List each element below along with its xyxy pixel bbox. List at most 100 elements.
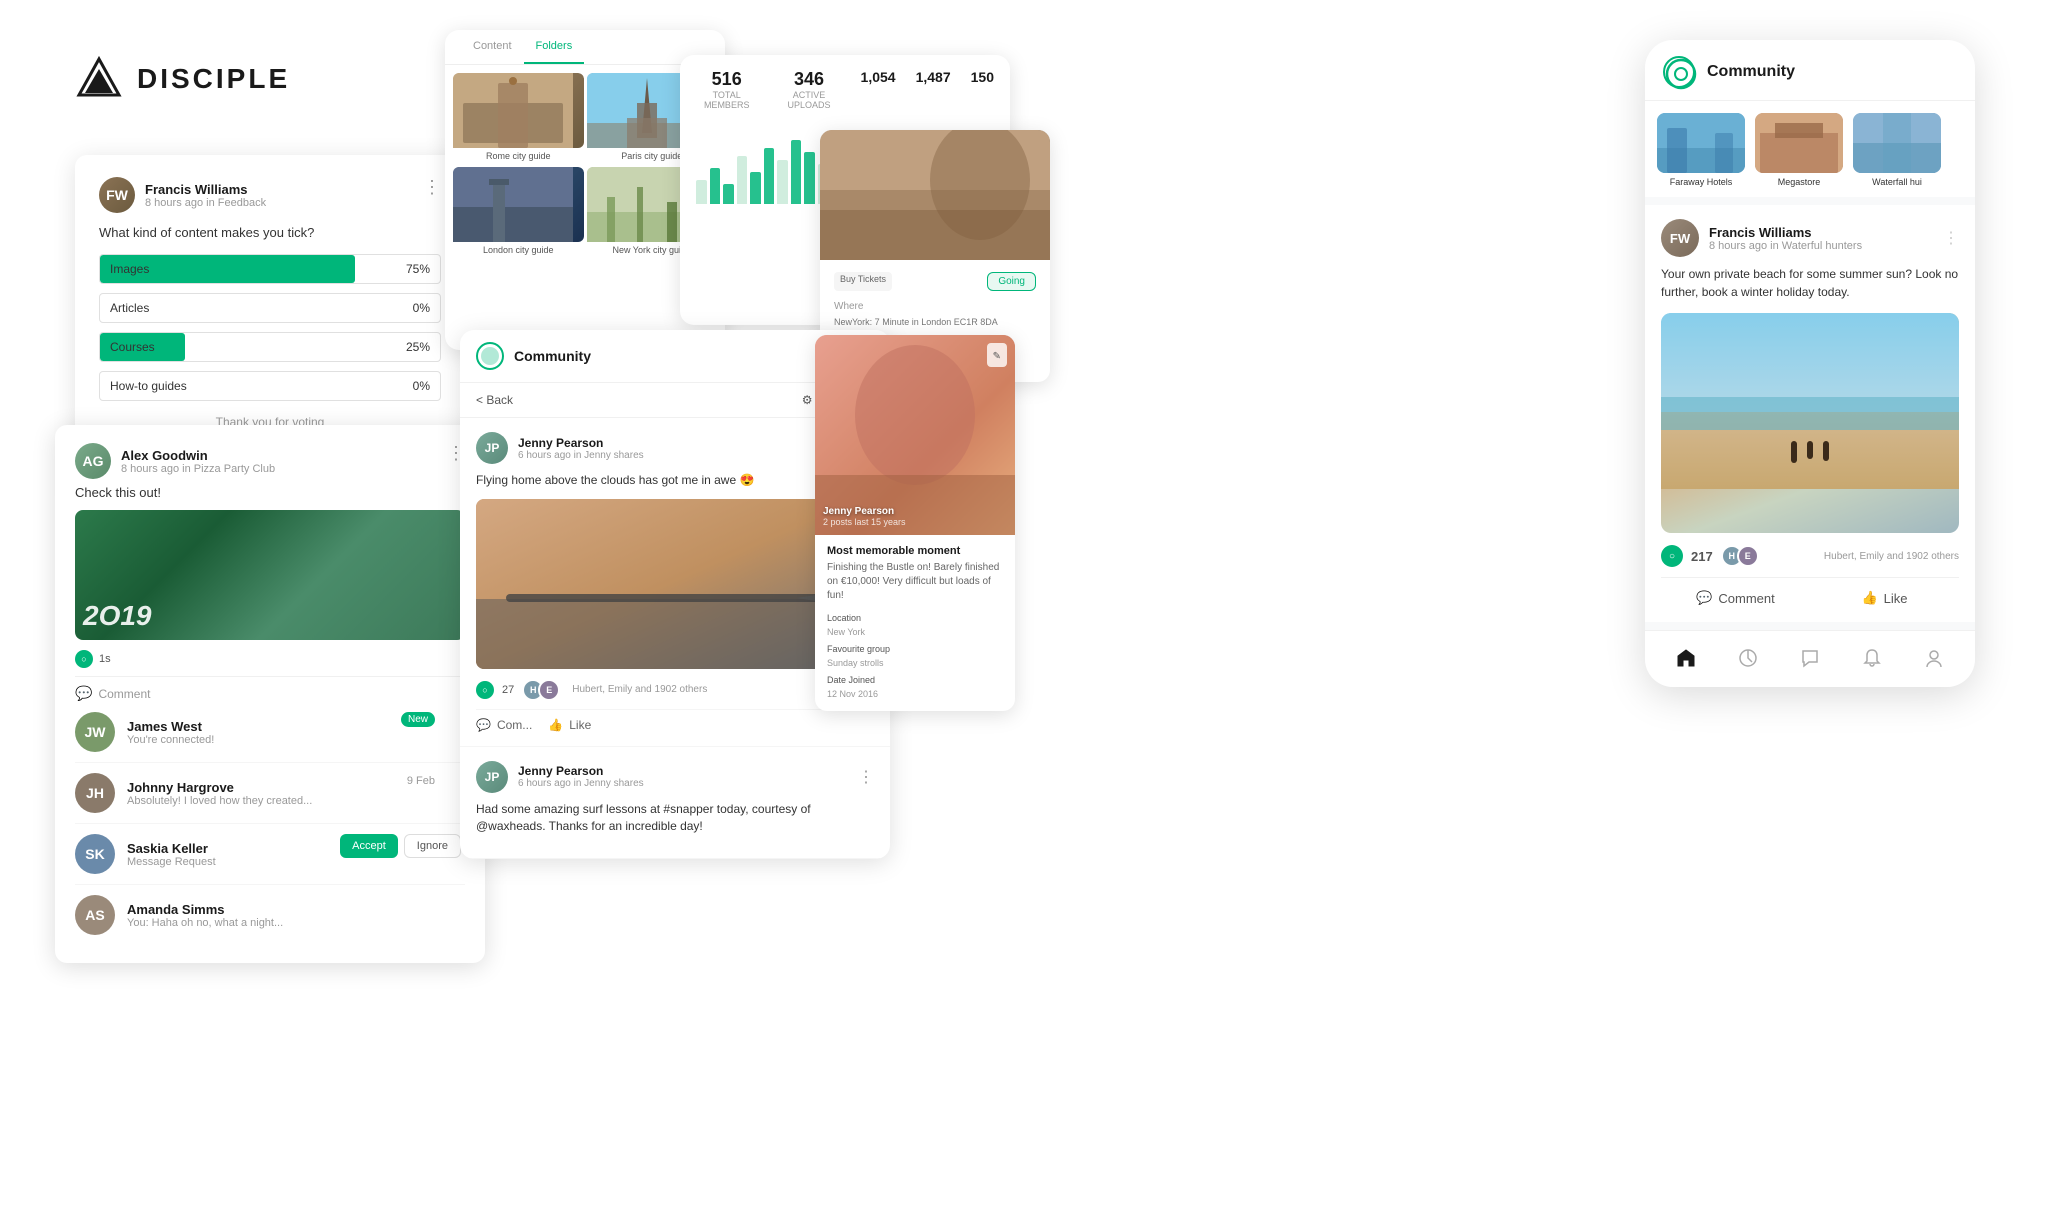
poll-avatar: FW [99,177,135,213]
mobile-reaction-count: 217 [1691,549,1713,564]
nav-profile[interactable] [1921,645,1947,671]
poll-option-howto: How-to guides 0% [99,371,441,401]
feed-post-2-sub: 6 hours ago in Jenny shares [518,778,644,789]
comment-icon: 💬 [75,685,92,702]
ignore-button[interactable]: Ignore [404,834,461,858]
connections-user-sub: 8 hours ago in Pizza Party Club [121,463,465,475]
nav-chat[interactable] [1797,645,1823,671]
feed-comment-action[interactable]: 💬 Com... [476,718,532,732]
mobile-post-text: Your own private beach for some summer s… [1661,265,1959,301]
feed-post-2: JP Jenny Pearson 6 hours ago in Jenny sh… [460,747,890,860]
mobile-action-row: 💬 Comment 👍 Like [1661,577,1959,608]
conn-avatar-amanda: AS [75,895,115,935]
going-button[interactable]: Going [987,272,1036,291]
feed-community-name: Community [514,348,591,364]
feed-post-1-avatar: JP [476,432,508,464]
nav-notifications[interactable] [1859,645,1885,671]
stat-extra3: 150 [971,69,994,110]
poll-card-header: FW Francis Williams 8 hours ago in Feedb… [99,177,441,213]
mobile-post-sub: 8 hours ago in Waterful hunters [1709,240,1862,252]
stat-members-label: TOTAL MEMBERS [696,90,757,110]
tab-folders[interactable]: Folders [524,30,585,64]
stat-extra2: 1,487 [916,69,951,110]
conn-name-amanda: Amanda Simms [127,902,465,917]
connection-item-james[interactable]: JW James West You're connected! New [75,702,465,763]
conn-avatar-saskia: SK [75,834,115,874]
feed-back-link[interactable]: < Back [476,393,513,407]
feed-post-1-name: Jenny Pearson [518,436,644,450]
nav-explore[interactable] [1735,645,1761,671]
tab-content[interactable]: Content [461,30,524,64]
feed-post-2-name: Jenny Pearson [518,764,644,778]
brand-name: DISCIPLE [137,63,290,95]
conn-date-johnny: 9 Feb [407,775,435,787]
conn-avatar-johnny: JH [75,773,115,813]
connections-post-text: Check this out! [75,485,465,500]
stat-extra1: 1,054 [861,69,896,110]
poll-question: What kind of content makes you tick? [99,225,441,240]
nav-home[interactable] [1673,645,1699,671]
stat-members: 516 TOTAL MEMBERS [696,69,757,110]
conn-actions-saskia: Accept Ignore [340,834,461,858]
stat-extra1-num: 1,054 [861,69,896,85]
mobile-post-header: FW Francis Williams 8 hours ago in Water… [1661,219,1959,257]
post-reaction-count: 1s [99,653,111,665]
mobile-like-action[interactable]: 👍 Like [1810,588,1959,608]
mobile-community-logo [1663,56,1695,88]
buy-tickets-badge[interactable]: Buy Tickets [834,272,892,291]
bar-6 [777,160,788,204]
poll-option-courses: Courses 25% [99,332,441,362]
post-reaction-row: ○ 1s [75,650,465,668]
conn-sub-james: You're connected! [127,734,465,746]
connection-item-saskia[interactable]: SK Saskia Keller Message Request Accept … [75,824,465,885]
stat-uploads: 346 ACTIVE UPLOADS [777,69,840,110]
gear-icon: ⚙ [802,393,813,407]
mobile-post-footer: ○ 217 H E Hubert, Emily and 1902 others [1661,545,1959,567]
connections-card-header: AG Alex Goodwin 8 hours ago in Pizza Par… [75,443,465,479]
logo: DISCIPLE [75,55,290,103]
feed-like-action[interactable]: 👍 Like [548,718,591,732]
mobile-reaction-icon: ○ [1661,545,1683,567]
comment-icon: 💬 [476,718,491,732]
mobile-folder-faraway-name: Faraway Hotels [1657,177,1745,187]
mobile-folder-waterfall-name: Waterfall hui [1853,177,1941,187]
mobile-folder-megastore-img [1755,113,1843,173]
mobile-folders-row: Faraway Hotels Megastore [1645,101,1975,197]
stat-extra2-num: 1,487 [916,69,951,85]
jenny-meta: Location New York Favourite group Sunday… [827,611,1003,701]
accept-button[interactable]: Accept [340,834,398,858]
comment-icon: 💬 [1696,590,1712,606]
folder-rome[interactable]: Rome city guide [453,73,584,164]
mobile-community-name: Community [1707,63,1795,81]
mobile-folder-waterfall[interactable]: Waterfall hui [1853,113,1941,187]
comment-bar[interactable]: 💬 Comment [75,676,465,702]
analytics-stats: 516 TOTAL MEMBERS 346 ACTIVE UPLOADS 1,0… [696,69,994,110]
mobile-folders-scroll: Faraway Hotels Megastore [1645,113,1975,197]
mobile-folder-faraway[interactable]: Faraway Hotels [1657,113,1745,187]
poll-menu-icon[interactable]: ⋮ [423,177,441,198]
mobile-folder-megastore[interactable]: Megastore [1755,113,1843,187]
folder-london[interactable]: London city guide [453,167,584,258]
feed-reaction-icon: ○ [476,681,494,699]
mobile-comment-action[interactable]: 💬 Comment [1661,588,1810,608]
bar-0 [696,180,707,204]
feed-post-2-menu[interactable]: ⋮ [858,767,874,787]
connection-item-amanda[interactable]: AS Amanda Simms You: Haha oh no, what a … [75,885,465,945]
mobile-post-menu[interactable]: ⋮ [1943,228,1959,248]
connection-item-johnny[interactable]: JH Johnny Hargrove Absolutely! I loved h… [75,763,465,824]
bar-5 [764,148,775,204]
mobile-post-avatar: FW [1661,219,1699,257]
edit-icon[interactable]: ✎ [987,343,1007,367]
mobile-nav-bar [1645,630,1975,687]
poll-option-images: Images 75% [99,254,441,284]
connections-card: AG Alex Goodwin 8 hours ago in Pizza Par… [55,425,485,963]
connections-user-name: Alex Goodwin [121,448,465,463]
stat-extra3-num: 150 [971,69,994,85]
feed-post-2-avatar: JP [476,761,508,793]
feed-reaction-count: 27 [502,684,514,696]
poll-user-sub: 8 hours ago in Feedback [145,197,441,209]
mobile-folder-faraway-img [1657,113,1745,173]
mobile-post-name: Francis Williams [1709,225,1862,240]
stat-uploads-label: ACTIVE UPLOADS [777,90,840,110]
jenny-profile-card: Jenny Pearson 2 posts last 15 years ✎ Mo… [815,335,1015,711]
